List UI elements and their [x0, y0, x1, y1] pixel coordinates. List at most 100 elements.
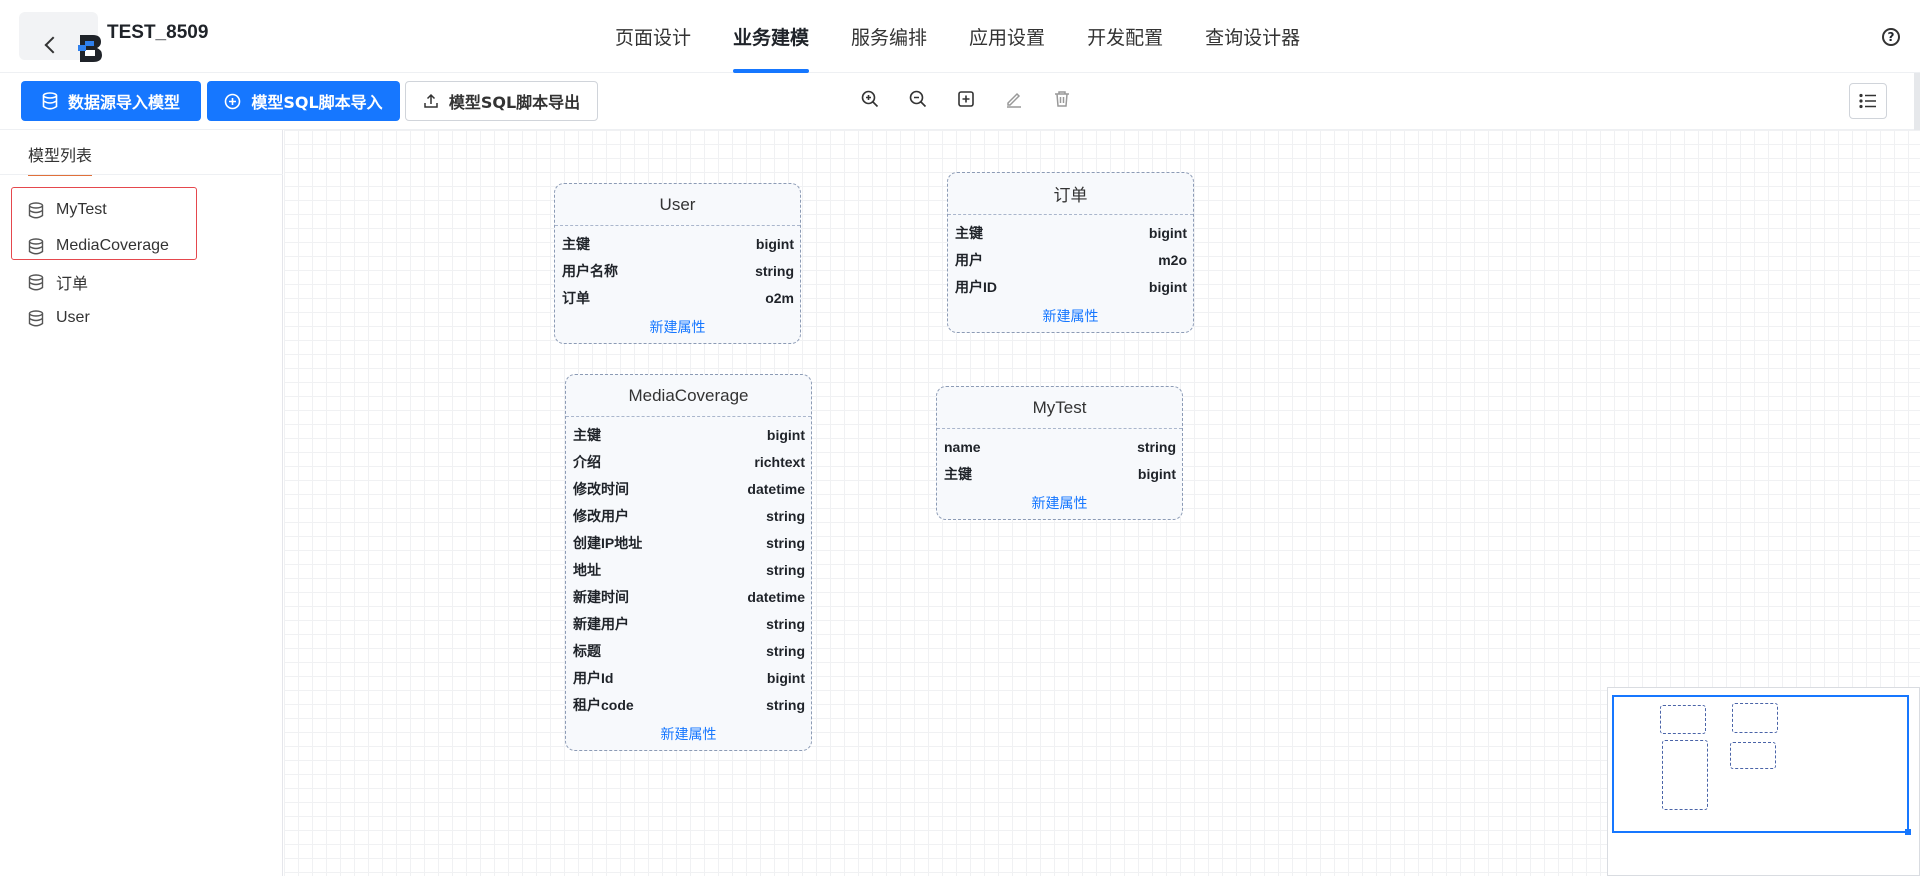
model-item-order[interactable]: 订单	[28, 264, 169, 300]
entity-field[interactable]: 主键 bigint	[944, 460, 1176, 487]
field-name: 地址	[573, 561, 601, 578]
list-view-button[interactable]	[1849, 83, 1887, 119]
entity-title: MyTest	[937, 387, 1182, 429]
field-type: string	[1137, 438, 1176, 455]
add-attribute-button[interactable]: 新建属性	[566, 718, 811, 750]
entity-field[interactable]: 地址 string	[573, 556, 805, 583]
entity-field[interactable]: 标题 string	[573, 637, 805, 664]
field-name: 主键	[573, 426, 601, 443]
canvas-tools	[858, 87, 1074, 111]
entity-mytest[interactable]: MyTest name string 主键 bigint 新建属性	[936, 386, 1183, 520]
field-type: bigint	[766, 669, 805, 686]
entity-field[interactable]: 修改用户 string	[573, 502, 805, 529]
entity-field[interactable]: 订单 o2m	[562, 284, 794, 311]
tab-service-orchestration[interactable]: 服务编排	[830, 0, 948, 73]
upload-icon	[424, 93, 438, 108]
field-name: 用户ID	[955, 278, 997, 295]
entity-title: User	[555, 184, 800, 226]
sql-import-button[interactable]: 模型SQL脚本导入	[207, 81, 400, 121]
entity-field[interactable]: 创建IP地址 string	[573, 529, 805, 556]
field-name: 订单	[562, 289, 590, 306]
field-type: string	[766, 534, 805, 551]
entity-fields: 主键 bigint 介绍 richtext 修改时间 datetime 修改用户 str…	[566, 417, 811, 718]
entity-field[interactable]: 主键 bigint	[562, 230, 794, 257]
field-name: 标题	[573, 642, 601, 659]
tab-dev-config[interactable]: 开发配置	[1066, 0, 1184, 73]
field-name: 用户Id	[573, 669, 614, 686]
edit-icon[interactable]	[1002, 87, 1026, 111]
entity-mediacoverage[interactable]: MediaCoverage 主键 bigint 介绍 richtext 修改时间 da…	[565, 374, 812, 751]
model-item-label: User	[56, 309, 90, 326]
field-name: 主键	[944, 465, 972, 482]
entity-fields: 主键 bigint 用户名称 string 订单 o2m	[555, 226, 800, 311]
entity-user[interactable]: User 主键 bigint 用户名称 string 订单 o2m 新建属性	[554, 183, 801, 344]
database-icon	[28, 201, 44, 218]
field-name: 主键	[955, 224, 983, 241]
entity-field[interactable]: name string	[944, 433, 1176, 460]
entity-field[interactable]: 修改时间 datetime	[573, 475, 805, 502]
entity-field[interactable]: 主键 bigint	[573, 421, 805, 448]
model-item-label: 订单	[56, 276, 89, 293]
sql-export-label: 模型SQL脚本导出	[448, 93, 581, 112]
help-circle-icon[interactable]: ?	[1882, 28, 1900, 46]
minimap[interactable]	[1607, 687, 1920, 876]
tab-business-modeling[interactable]: 业务建模	[712, 0, 830, 73]
minimap-resize-handle[interactable]	[1905, 829, 1911, 835]
tab-page-design[interactable]: 页面设计	[594, 0, 712, 73]
field-type: bigint	[1137, 465, 1176, 482]
minimap-node	[1662, 740, 1708, 810]
back-button[interactable]	[19, 12, 102, 62]
entity-field[interactable]: 用户Id bigint	[573, 664, 805, 691]
model-item-user[interactable]: User	[28, 300, 169, 336]
field-type: string	[766, 507, 805, 524]
entity-order[interactable]: 订单 主键 bigint 用户 m2o 用户ID bigint 新建属性	[947, 172, 1194, 333]
minimap-node	[1730, 742, 1776, 769]
model-item-mediacoverage[interactable]: MediaCoverage	[28, 228, 169, 264]
field-type: string	[755, 262, 794, 279]
entity-field[interactable]: 用户名称 string	[562, 257, 794, 284]
field-name: 创建IP地址	[573, 534, 643, 551]
field-type: string	[766, 642, 805, 659]
field-type: string	[766, 696, 805, 713]
field-name: 介绍	[573, 453, 601, 470]
delete-icon[interactable]	[1050, 87, 1074, 111]
add-attribute-button[interactable]: 新建属性	[948, 300, 1193, 332]
entity-field[interactable]: 介绍 richtext	[573, 448, 805, 475]
tab-model-list[interactable]: 模型列表	[28, 142, 93, 176]
sql-export-button[interactable]: 模型SQL脚本导出	[405, 81, 598, 121]
plus-circle-icon	[225, 93, 241, 109]
entity-field[interactable]: 主键 bigint	[955, 219, 1187, 246]
fit-view-icon[interactable]	[954, 87, 978, 111]
zoom-out-icon[interactable]	[906, 87, 930, 111]
import-datasource-button[interactable]: 数据源导入模型	[21, 81, 201, 121]
entity-title: MediaCoverage	[566, 375, 811, 417]
tab-query-designer[interactable]: 查询设计器	[1184, 0, 1321, 73]
field-type: bigint	[766, 426, 805, 443]
list-icon	[1859, 93, 1876, 109]
zoom-in-icon[interactable]	[858, 87, 882, 111]
model-sidebar: 模型列表 MyTest MediaCoverage 订单 User	[0, 130, 283, 876]
tab-app-settings[interactable]: 应用设置	[948, 0, 1066, 73]
field-type: datetime	[747, 588, 805, 605]
entity-field[interactable]: 租户code string	[573, 691, 805, 718]
field-name: name	[944, 438, 981, 455]
entity-field[interactable]: 用户ID bigint	[955, 273, 1187, 300]
entity-field[interactable]: 新建用户 string	[573, 610, 805, 637]
field-name: 租户code	[573, 696, 634, 713]
add-attribute-button[interactable]: 新建属性	[937, 487, 1182, 519]
entity-fields: name string 主键 bigint	[937, 429, 1182, 487]
app-title: TEST_8509	[107, 22, 209, 43]
database-icon	[28, 237, 44, 254]
entity-field[interactable]: 用户 m2o	[955, 246, 1187, 273]
field-name: 主键	[562, 235, 590, 252]
model-item-label: MyTest	[56, 201, 107, 218]
model-item-mytest[interactable]: MyTest	[28, 192, 169, 228]
field-type: string	[766, 561, 805, 578]
model-item-label: MediaCoverage	[56, 237, 169, 254]
field-type: m2o	[1158, 251, 1187, 268]
database-icon	[42, 92, 58, 110]
entity-field[interactable]: 新建时间 datetime	[573, 583, 805, 610]
field-type: richtext	[754, 453, 805, 470]
add-attribute-button[interactable]: 新建属性	[555, 311, 800, 343]
entity-fields: 主键 bigint 用户 m2o 用户ID bigint	[948, 215, 1193, 300]
